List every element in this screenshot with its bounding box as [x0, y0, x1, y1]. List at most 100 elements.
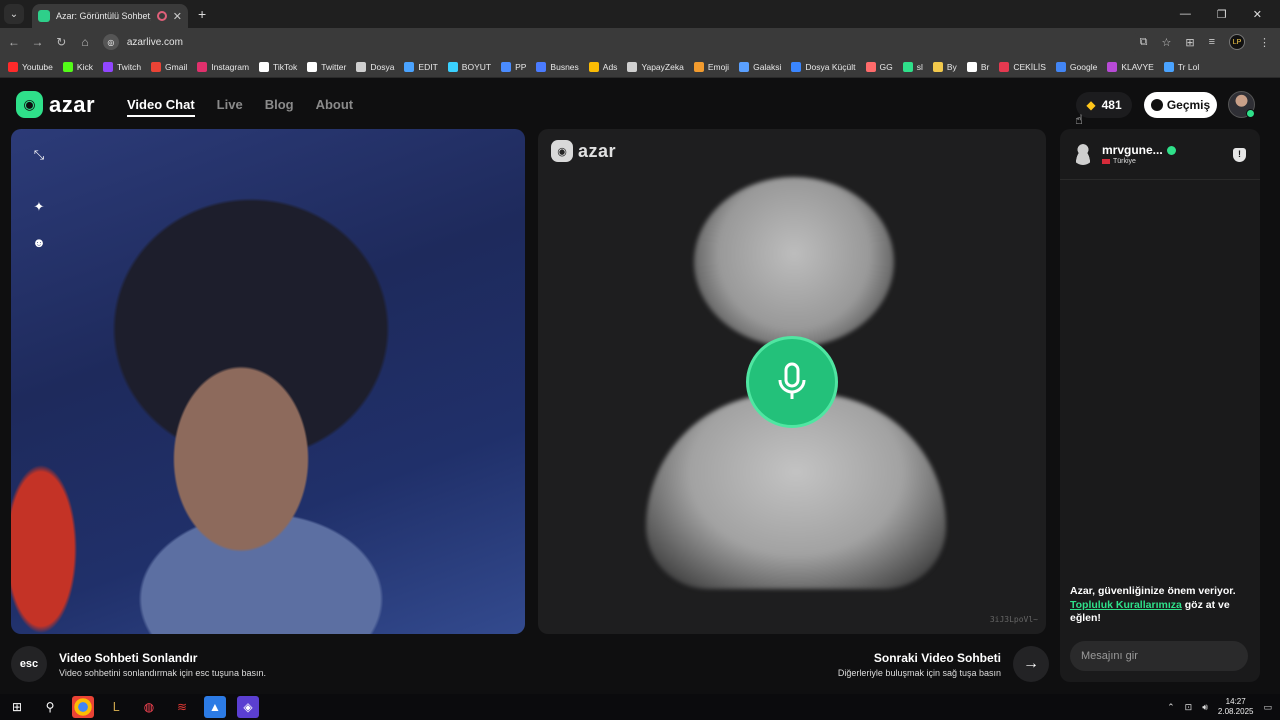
- mic-svg: [778, 362, 806, 399]
- bookmark-item[interactable]: Instagram: [197, 61, 249, 72]
- peer-name: mrvgune...: [1102, 143, 1163, 157]
- home-icon[interactable]: ⌂: [73, 35, 97, 49]
- bookmark-item[interactable]: Dosya Küçült: [791, 61, 856, 72]
- game-launcher-icon[interactable]: ≋: [171, 696, 193, 718]
- bookmark-favicon-icon: [307, 61, 318, 72]
- bookmark-item[interactable]: Busnes: [536, 61, 579, 72]
- bookmark-favicon-icon: [151, 61, 162, 72]
- bookmark-favicon-icon: [536, 61, 547, 72]
- restore-icon[interactable]: ❐: [1217, 8, 1227, 21]
- arrow-right-icon: →: [1023, 655, 1039, 672]
- bookmark-item[interactable]: CEKİLİS: [999, 61, 1046, 72]
- safety-notice: Azar, güvenliğinize önem veriyor. Toplul…: [1070, 585, 1256, 626]
- menu-kebab-icon[interactable]: ⋮: [1259, 36, 1270, 49]
- nav-video-chat[interactable]: Video Chat: [127, 97, 195, 117]
- face-filter-icon[interactable]: ☻: [30, 233, 48, 251]
- nav-live[interactable]: Live: [217, 97, 243, 117]
- bookmark-item[interactable]: EDIT: [404, 61, 438, 72]
- new-tab-icon[interactable]: +: [198, 6, 206, 22]
- bookmark-item[interactable]: Galaksi: [739, 61, 781, 72]
- app-icon[interactable]: ◈: [237, 696, 259, 718]
- close-tab-icon[interactable]: ✕: [173, 10, 182, 23]
- profile-extension-icon[interactable]: LP: [1229, 34, 1246, 50]
- media-controls-icon[interactable]: ≡: [1209, 36, 1215, 48]
- back-icon[interactable]: ←: [2, 35, 26, 49]
- minimize-video-icon[interactable]: ⤡: [30, 146, 48, 164]
- azar-logo[interactable]: ◉ azar: [16, 91, 95, 118]
- next-chat-button[interactable]: →: [1013, 646, 1049, 682]
- valorant-icon[interactable]: ◍: [138, 696, 160, 718]
- bookmark-item[interactable]: TikTok: [259, 61, 298, 72]
- nav-blog[interactable]: Blog: [265, 97, 294, 117]
- search-icon[interactable]: ⚲: [39, 696, 61, 718]
- bookmark-item[interactable]: By: [932, 61, 957, 72]
- system-tray: ⌃ ⊡ 🔊︎ 14:27 2.08.2025 ▭: [1167, 697, 1280, 717]
- extensions-icon[interactable]: ⊞: [1185, 36, 1194, 49]
- bookmark-star-icon[interactable]: ☆: [1162, 36, 1172, 49]
- bookmark-item[interactable]: Twitch: [102, 61, 142, 72]
- bookmark-item[interactable]: Dosya: [356, 61, 395, 72]
- bookmark-label: BOYUT: [461, 61, 492, 72]
- bookmark-item[interactable]: BOYUT: [447, 61, 492, 72]
- gems-balance-button[interactable]: ◆ 481: [1076, 92, 1132, 118]
- clock[interactable]: 14:27 2.08.2025: [1218, 697, 1254, 717]
- bookmark-label: KLAVYE: [1121, 61, 1154, 72]
- bookmark-item[interactable]: Tr Lol: [1163, 61, 1199, 72]
- bookmark-favicon-icon: [966, 61, 977, 72]
- bookmark-item[interactable]: Br: [966, 61, 989, 72]
- end-chat-button[interactable]: esc: [11, 646, 47, 682]
- photos-icon[interactable]: ▲: [204, 696, 226, 718]
- bookmark-item[interactable]: YapayZeka: [627, 61, 684, 72]
- peer-header: mrvgune... Türkiye !: [1060, 129, 1260, 180]
- browser-tab[interactable]: Azar: Görüntülü Sohbet, Ar ✕: [32, 4, 188, 28]
- bookmark-item[interactable]: PP: [501, 61, 526, 72]
- history-button[interactable]: Geçmiş: [1144, 92, 1217, 118]
- remote-azar-logo: ◉ azar: [551, 140, 616, 162]
- chrome-icon[interactable]: [72, 696, 94, 718]
- bookmark-item[interactable]: KLAVYE: [1107, 61, 1154, 72]
- url-bar[interactable]: ◎ azarlive.com: [102, 31, 1140, 53]
- bookmark-favicon-icon: [739, 61, 750, 72]
- placeholder-head: [694, 177, 894, 347]
- bookmark-label: Twitter: [321, 61, 347, 72]
- report-shield-icon[interactable]: !: [1233, 148, 1246, 162]
- cast-icon[interactable]: ⧉: [1140, 36, 1148, 49]
- windows-start-icon[interactable]: ⊞: [6, 696, 28, 718]
- close-window-icon[interactable]: ✕: [1253, 8, 1262, 21]
- volume-icon[interactable]: 🔊︎: [1202, 702, 1208, 713]
- user-avatar[interactable]: [1228, 91, 1255, 118]
- forward-icon[interactable]: →: [26, 35, 50, 49]
- bookmark-label: Dosya: [370, 61, 395, 72]
- bookmark-label: TikTok: [273, 61, 298, 72]
- tab-search-icon[interactable]: ⌄: [4, 4, 24, 24]
- notifications-icon[interactable]: ▭: [1263, 702, 1272, 713]
- bookmark-favicon-icon: [62, 61, 73, 72]
- site-info-icon[interactable]: ◎: [102, 34, 119, 50]
- bookmark-label: Twitch: [116, 61, 142, 72]
- bookmark-item[interactable]: Gmail: [151, 61, 187, 72]
- message-input[interactable]: [1070, 641, 1248, 671]
- bookmark-label: EDIT: [418, 61, 438, 72]
- bookmark-favicon-icon: [447, 61, 458, 72]
- azar-header: ◉ azar Video Chat Live Blog About ◆ 481 …: [0, 80, 1280, 128]
- nav-about[interactable]: About: [316, 97, 354, 117]
- logo-text: azar: [49, 91, 96, 117]
- bookmark-item[interactable]: Emoji: [693, 61, 729, 72]
- gem-icon: ◆: [1086, 98, 1096, 112]
- bookmark-item[interactable]: Google: [1055, 61, 1097, 72]
- minimize-icon[interactable]: —: [1180, 8, 1191, 21]
- reload-icon[interactable]: ↻: [49, 35, 73, 49]
- bookmark-item[interactable]: Ads: [588, 61, 617, 72]
- tray-chevron-icon[interactable]: ⌃: [1167, 702, 1175, 713]
- bookmark-item[interactable]: Youtube: [8, 61, 53, 72]
- effects-sparkle-icon[interactable]: ✦: [30, 198, 48, 216]
- bookmark-item[interactable]: Kick: [62, 61, 93, 72]
- bookmark-item[interactable]: sl: [902, 61, 923, 72]
- bookmark-item[interactable]: Twitter: [307, 61, 347, 72]
- league-icon[interactable]: Ⅼ: [105, 696, 127, 718]
- community-rules-link[interactable]: Topluluk Kurallarımıza: [1070, 599, 1182, 611]
- bookmark-item[interactable]: GG: [865, 61, 893, 72]
- network-icon[interactable]: ⊡: [1185, 702, 1193, 713]
- recording-icon: [156, 11, 167, 21]
- bookmark-label: By: [946, 61, 957, 72]
